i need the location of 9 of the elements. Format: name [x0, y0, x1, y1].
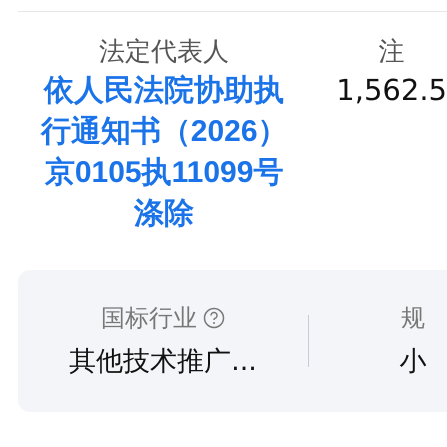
help-icon[interactable] — [203, 307, 225, 329]
card-label: 规 — [401, 303, 425, 334]
field-value: 1,562.5 — [336, 72, 447, 109]
field-link[interactable]: 依人民法院协助执行通知书（2026）京0105执11099号涤除 — [38, 70, 290, 234]
card-label: 国标行业 — [101, 303, 197, 334]
card-value: 其他技术推广... — [69, 345, 257, 379]
field-label: 注 — [378, 36, 405, 69]
field-label: 法定代表人 — [99, 36, 230, 69]
card-value: 小 — [400, 345, 426, 379]
